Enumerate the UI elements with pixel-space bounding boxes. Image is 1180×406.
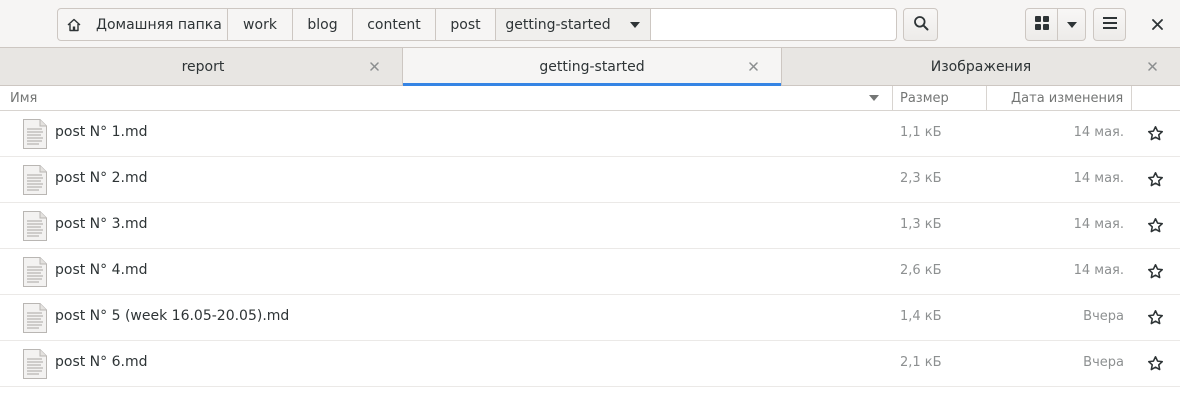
close-icon	[1151, 15, 1163, 34]
file-list: post N° 1.md 1,1 кБ 14 мая. post N° 2.md	[0, 111, 1180, 387]
file-size: 1,1 кБ	[900, 125, 942, 140]
column-header-date[interactable]: Дата изменения	[986, 86, 1132, 110]
file-name: post N° 3.md	[55, 216, 148, 232]
file-name: post N° 1.md	[55, 124, 148, 140]
home-icon	[66, 17, 82, 33]
column-header-size[interactable]: Размер	[892, 86, 987, 110]
close-icon[interactable]	[366, 58, 382, 74]
chevron-down-icon	[1066, 17, 1078, 33]
file-size: 2,3 кБ	[900, 171, 942, 186]
hamburger-menu-icon	[1102, 16, 1117, 33]
sort-descending-icon[interactable]	[868, 86, 880, 110]
chevron-down-icon	[629, 21, 641, 29]
file-row[interactable]: post N° 6.md 2,1 кБ Вчера	[0, 341, 1180, 387]
main-menu-button[interactable]	[1093, 8, 1126, 41]
tab-getting-started[interactable]: getting-started	[402, 48, 781, 86]
view-options-button[interactable]	[1057, 8, 1086, 41]
file-name: post N° 6.md	[55, 354, 148, 370]
star-icon[interactable]	[1147, 263, 1164, 280]
file-date: Вчера	[1083, 355, 1124, 370]
tab-label: Изображения	[930, 58, 1032, 75]
window-close-button[interactable]	[1143, 8, 1171, 41]
breadcrumb-item-post[interactable]: post	[436, 8, 496, 41]
text-file-icon	[22, 302, 48, 338]
star-icon[interactable]	[1147, 217, 1164, 234]
tab-label: getting-started	[539, 58, 645, 75]
breadcrumb: Домашняя папка work blog content post ge…	[57, 8, 897, 41]
star-icon[interactable]	[1147, 355, 1164, 372]
breadcrumb-home[interactable]: Домашняя папка	[57, 8, 228, 41]
file-row[interactable]: post N° 1.md 1,1 кБ 14 мая.	[0, 111, 1180, 157]
text-file-icon	[22, 348, 48, 384]
tab-bar: report getting-started Изображения	[0, 48, 1180, 86]
breadcrumb-item-work[interactable]: work	[228, 8, 293, 41]
tab-label: report	[181, 58, 225, 75]
star-icon[interactable]	[1147, 309, 1164, 326]
close-icon[interactable]	[1144, 58, 1160, 74]
close-icon[interactable]	[745, 58, 761, 74]
column-header-name[interactable]: Имя	[10, 86, 892, 110]
file-date: 14 мая.	[1073, 171, 1124, 186]
file-size: 1,4 кБ	[900, 309, 942, 324]
breadcrumb-current-label: getting-started	[505, 16, 611, 33]
star-icon[interactable]	[1147, 171, 1164, 188]
file-size: 2,6 кБ	[900, 263, 942, 278]
breadcrumb-item-content[interactable]: content	[353, 8, 436, 41]
file-date: 14 мая.	[1073, 217, 1124, 232]
file-name: post N° 5 (week 16.05-20.05).md	[55, 308, 290, 324]
file-size: 1,3 кБ	[900, 217, 942, 232]
breadcrumb-home-label: Домашняя папка	[96, 16, 222, 33]
file-size: 2,1 кБ	[900, 355, 942, 370]
tab-report[interactable]: report	[0, 48, 402, 85]
breadcrumb-item-blog[interactable]: blog	[293, 8, 353, 41]
text-file-icon	[22, 210, 48, 246]
search-icon	[913, 15, 929, 35]
file-name: post N° 2.md	[55, 170, 148, 186]
file-date: 14 мая.	[1073, 125, 1124, 140]
search-button[interactable]	[903, 8, 938, 41]
file-date: 14 мая.	[1073, 263, 1124, 278]
breadcrumb-empty-area[interactable]	[651, 8, 897, 41]
star-icon[interactable]	[1147, 125, 1164, 142]
file-row[interactable]: post N° 5 (week 16.05-20.05).md 1,4 кБ В…	[0, 295, 1180, 341]
column-header-star[interactable]	[1131, 86, 1180, 110]
text-file-icon	[22, 256, 48, 292]
grid-view-button[interactable]	[1025, 8, 1058, 41]
tab-images[interactable]: Изображения	[781, 48, 1180, 85]
grid-view-icon	[1034, 15, 1049, 34]
breadcrumb-item-current[interactable]: getting-started	[496, 8, 651, 41]
file-row[interactable]: post N° 4.md 2,6 кБ 14 мая.	[0, 249, 1180, 295]
text-file-icon	[22, 164, 48, 200]
text-file-icon	[22, 118, 48, 154]
header-bar: Домашняя папка work blog content post ge…	[0, 0, 1180, 48]
file-date: Вчера	[1083, 309, 1124, 324]
file-row[interactable]: post N° 2.md 2,3 кБ 14 мая.	[0, 157, 1180, 203]
file-row[interactable]: post N° 3.md 1,3 кБ 14 мая.	[0, 203, 1180, 249]
file-name: post N° 4.md	[55, 262, 148, 278]
column-headers: Имя Размер Дата изменения	[0, 86, 1180, 111]
